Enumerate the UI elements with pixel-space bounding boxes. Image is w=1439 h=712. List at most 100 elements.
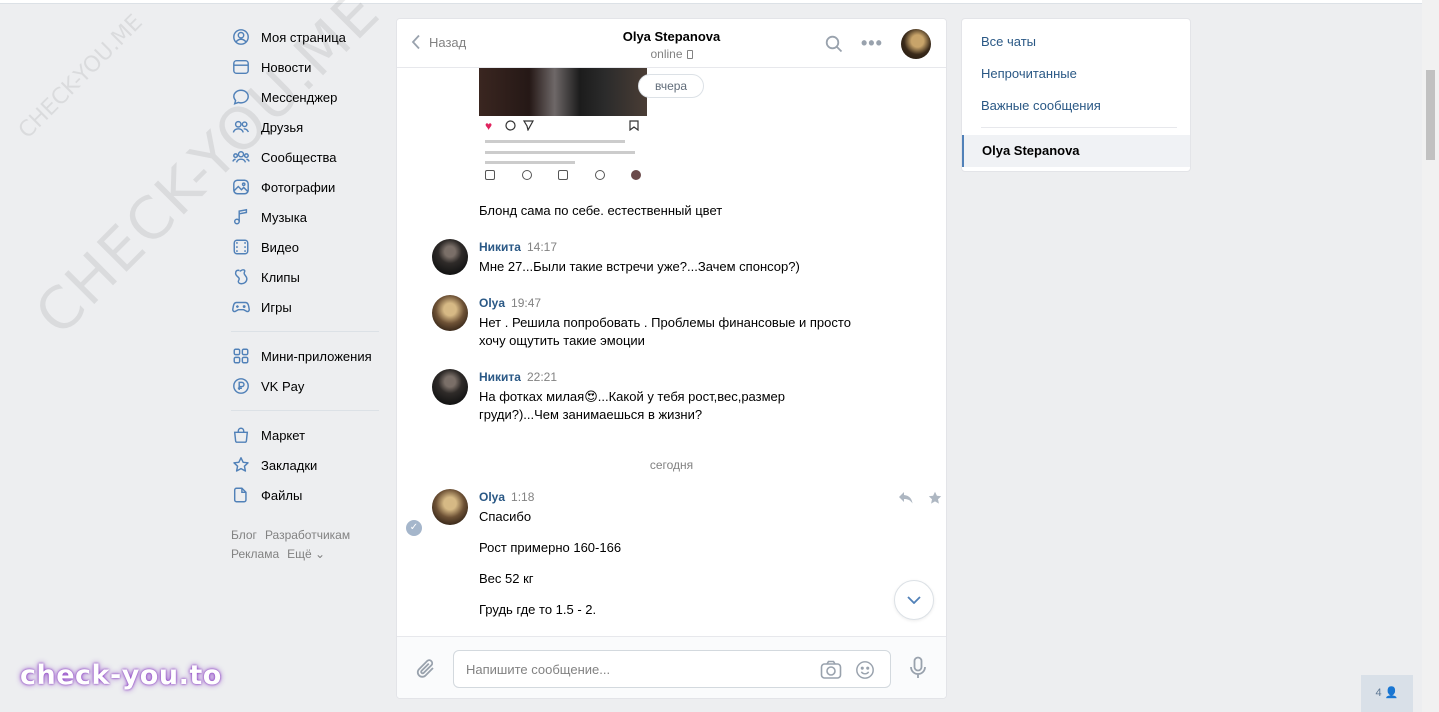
star-icon[interactable] xyxy=(928,491,942,508)
filter-important[interactable]: Важные сообщения xyxy=(981,98,1101,113)
nav-item-music[interactable]: Музыка xyxy=(231,202,381,232)
nav-item-photos[interactable]: Фотографии xyxy=(231,172,381,202)
photo-text-line xyxy=(485,140,625,143)
reply-icon[interactable] xyxy=(898,491,914,508)
footer-link-more[interactable]: Ещё ⌄ xyxy=(287,547,325,561)
nav-label: Друзья xyxy=(261,119,304,135)
nav-item-friends[interactable]: Друзья xyxy=(231,112,381,142)
footer-link-blog[interactable]: Блог xyxy=(231,528,257,542)
person-icon: 👤 xyxy=(1384,687,1399,699)
nav-item-files[interactable]: Файлы xyxy=(231,480,381,510)
photo-caption: Блонд сама по себе. естественный цвет xyxy=(479,203,723,218)
nav-item-messenger[interactable]: Мессенджер xyxy=(231,82,381,112)
online-friends-counter[interactable]: 4 👤 xyxy=(1361,675,1413,712)
message-history[interactable]: ♥ вчера Блонд сама по себе. естественный… xyxy=(397,68,946,636)
message-author[interactable]: Olya xyxy=(479,296,505,310)
peer-avatar[interactable] xyxy=(901,29,931,59)
message-time[interactable]: 22:21 xyxy=(527,370,557,384)
emoji-icon[interactable] xyxy=(854,660,876,683)
microphone-icon[interactable] xyxy=(909,656,927,683)
nav-item-video[interactable]: Видео xyxy=(231,232,381,262)
message-meta: Olya 19:47 xyxy=(479,296,541,310)
nav-item-clips[interactable]: Клипы xyxy=(231,262,381,292)
nav-label: Сообщества xyxy=(261,149,337,165)
left-nav: Моя страница Новости Мессенджер Друзья С… xyxy=(231,22,381,564)
nav-item-communities[interactable]: Сообщества xyxy=(231,142,381,172)
message-actions xyxy=(898,491,942,508)
peer-status-label: online xyxy=(650,47,683,61)
add-icon xyxy=(558,170,568,180)
video-icon xyxy=(231,237,251,257)
search-icon[interactable] xyxy=(825,35,843,56)
photo-image xyxy=(479,68,647,116)
profile-icon xyxy=(231,27,251,47)
avatar[interactable] xyxy=(432,239,468,275)
nav-item-news[interactable]: Новости xyxy=(231,52,381,82)
message-author[interactable]: Никита xyxy=(479,370,521,384)
nav-item-games[interactable]: Игры xyxy=(231,292,381,322)
nav-label: Клипы xyxy=(261,269,300,285)
nav-separator xyxy=(231,410,379,411)
message-meta: Никита 14:17 xyxy=(479,240,557,254)
filter-all-chats[interactable]: Все чаты xyxy=(981,34,1036,49)
attach-icon[interactable] xyxy=(415,657,437,684)
photo-attachment[interactable]: ♥ xyxy=(479,68,647,190)
avatar[interactable] xyxy=(432,295,468,331)
footer-link-developers[interactable]: Разработчикам xyxy=(265,528,350,542)
message-input[interactable] xyxy=(466,651,806,687)
message-time[interactable]: 19:47 xyxy=(511,296,541,310)
comment-icon xyxy=(505,120,516,131)
nav-item-vk-pay[interactable]: VK Pay xyxy=(231,371,381,401)
friends-icon xyxy=(231,117,251,137)
message-input-wrapper xyxy=(453,650,891,688)
message-time[interactable]: 14:17 xyxy=(527,240,557,254)
nav-item-my-page[interactable]: Моя страница xyxy=(231,22,381,52)
nav-item-market[interactable]: Маркет xyxy=(231,420,381,450)
watermark-small: CHECK-YOU.ME xyxy=(14,9,148,144)
messenger-icon xyxy=(231,87,251,107)
photo-text-line xyxy=(485,151,635,154)
more-icon[interactable]: ••• xyxy=(861,33,883,54)
heart-outline-icon xyxy=(594,170,605,180)
selected-check-icon[interactable]: ✓ xyxy=(406,520,422,536)
camera-icon[interactable] xyxy=(820,660,842,683)
clips-icon xyxy=(231,267,251,287)
top-bar xyxy=(0,0,1422,4)
nav-label: Новости xyxy=(261,59,312,75)
message-text: Мне 27...Были такие встречи уже?...Зачем… xyxy=(479,258,869,276)
active-chat-item[interactable]: Olya Stepanova xyxy=(962,135,1190,167)
message-line: Вес 52 кг xyxy=(479,571,534,586)
message-line: хочу ощутить такие эмоции xyxy=(479,333,645,348)
scrollbar-thumb[interactable] xyxy=(1426,70,1435,160)
footer-link-ads[interactable]: Реклама xyxy=(231,547,279,561)
avatar[interactable] xyxy=(432,489,468,525)
nav-item-bookmarks[interactable]: Закладки xyxy=(231,450,381,480)
message-line: Нет . Решила попробовать . Проблемы фина… xyxy=(479,315,851,330)
panel-separator xyxy=(981,127,1177,128)
mini-apps-icon xyxy=(231,346,251,366)
home-icon xyxy=(485,170,495,180)
photos-icon xyxy=(231,177,251,197)
nav-label: Музыка xyxy=(261,209,307,225)
nav-label: Фотографии xyxy=(261,179,336,195)
nav-label: Мини-приложения xyxy=(261,348,372,364)
filter-unread[interactable]: Непрочитанные xyxy=(981,66,1077,81)
news-icon xyxy=(231,57,251,77)
market-icon xyxy=(231,425,251,445)
chevron-down-icon xyxy=(907,596,921,604)
page-scrollbar[interactable] xyxy=(1422,0,1439,712)
message-line: Грудь где то 1.5 - 2. xyxy=(479,602,597,617)
message-line: Рост примерно 160-166 xyxy=(479,540,622,555)
online-count-value: 4 xyxy=(1375,687,1382,699)
photo-text-line xyxy=(485,161,575,164)
nav-footer: Блог Разработчикам Реклама Ещё ⌄ xyxy=(231,526,381,564)
nav-item-mini-apps[interactable]: Мини-приложения xyxy=(231,341,381,371)
photo-nav-row xyxy=(485,170,641,180)
avatar[interactable] xyxy=(432,369,468,405)
chat-filter-panel: Все чаты Непрочитанные Важные сообщения … xyxy=(961,18,1191,172)
message-line: Спасибо xyxy=(479,509,532,524)
nav-label: Мессенджер xyxy=(261,89,338,105)
communities-icon xyxy=(231,147,251,167)
message-author[interactable]: Никита xyxy=(479,240,521,254)
scroll-down-button[interactable] xyxy=(894,580,934,620)
